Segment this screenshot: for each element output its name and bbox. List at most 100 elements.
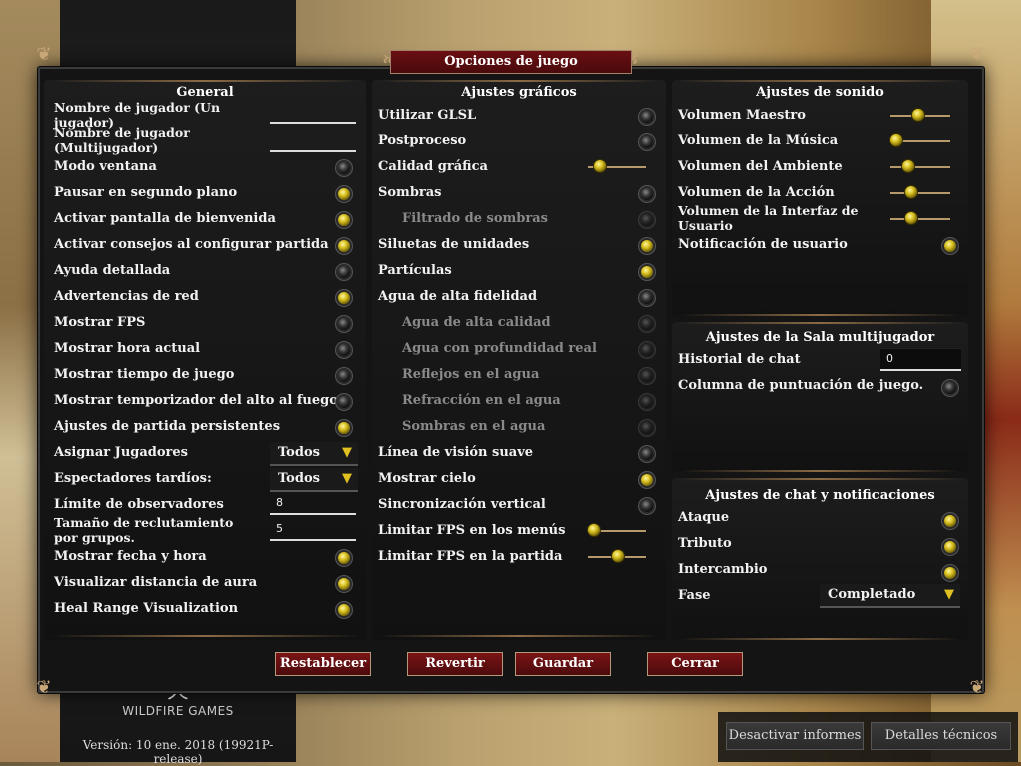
batch-size-input[interactable]: 5 — [270, 519, 356, 541]
reset-button[interactable]: Restablecer — [275, 652, 371, 676]
graphics-title: Ajustes gráficos — [461, 85, 577, 100]
ceasefire-timer-row: Mostrar temporizador del alto al fuego — [54, 393, 364, 419]
observer-limit-input[interactable]: 8 — [270, 493, 356, 515]
smooth-los-checkbox[interactable] — [641, 448, 653, 460]
fps-menus-slider[interactable] — [588, 524, 646, 536]
setup-tips-checkbox[interactable] — [338, 240, 350, 252]
particles-row: Partículas — [378, 263, 663, 289]
fps-game-slider[interactable] — [588, 550, 646, 562]
player-name-single-input[interactable] — [270, 102, 356, 124]
assign-players-dropdown[interactable]: Todos ▼ — [270, 442, 358, 466]
water-hq-label: Agua de alta fidelidad — [378, 289, 538, 304]
player-name-multi-label: Nombre de jugador (Multijugador) — [54, 125, 190, 155]
windowed-label: Modo ventana — [54, 159, 157, 174]
disable-reports-button[interactable]: Desactivar informes — [726, 722, 864, 750]
show-game-time-label: Mostrar tiempo de juego — [54, 367, 235, 382]
slider-knob[interactable] — [588, 524, 600, 536]
trade-checkbox[interactable] — [944, 567, 956, 579]
score-column-checkbox[interactable] — [944, 382, 956, 394]
slider-knob[interactable] — [905, 186, 917, 198]
windowed-checkbox[interactable] — [338, 162, 350, 174]
divider — [378, 635, 660, 637]
master-volume-slider[interactable] — [890, 109, 950, 121]
revert-button[interactable]: Revertir — [407, 652, 503, 676]
postproc-checkbox[interactable] — [641, 136, 653, 148]
tech-details-button[interactable]: Detalles técnicos — [871, 722, 1011, 750]
ambient-volume-slider[interactable] — [890, 160, 950, 172]
divider — [678, 314, 962, 316]
divider — [378, 80, 660, 82]
ceasefire-timer-checkbox[interactable] — [338, 396, 350, 408]
water-shadows-checkbox[interactable] — [641, 422, 653, 434]
quality-label: Calidad gráfica — [378, 159, 488, 174]
pause-background-checkbox[interactable] — [338, 188, 350, 200]
attack-checkbox[interactable] — [944, 515, 956, 527]
master-volume-row: Volumen Maestro — [678, 108, 963, 134]
divider — [678, 470, 962, 472]
slider-knob[interactable] — [902, 160, 914, 172]
phase-dropdown[interactable]: Completado ▼ — [820, 584, 960, 608]
user-notification-checkbox[interactable] — [944, 240, 956, 252]
player-name-multi-input[interactable] — [270, 130, 356, 152]
music-volume-row: Volumen de la Música — [678, 133, 963, 159]
show-clock-checkbox[interactable] — [338, 344, 350, 356]
fps-menus-label: Limitar FPS en los menús — [378, 523, 566, 538]
particles-checkbox[interactable] — [641, 266, 653, 278]
show-datetime-checkbox[interactable] — [338, 552, 350, 564]
action-volume-slider[interactable] — [890, 186, 950, 198]
corner-ornament-icon: ❦ — [36, 44, 52, 65]
heal-range-checkbox[interactable] — [338, 604, 350, 616]
shadow-filter-checkbox[interactable] — [641, 214, 653, 226]
shadows-checkbox[interactable] — [641, 188, 653, 200]
shadows-row: Sombras — [378, 185, 663, 211]
water-quality-checkbox[interactable] — [641, 318, 653, 330]
ambient-volume-label: Volumen del Ambiente — [678, 159, 843, 174]
divider — [678, 322, 962, 324]
smooth-los-label: Línea de visión suave — [378, 445, 534, 460]
corner-ornament-icon: ❦ — [36, 677, 52, 698]
water-hq-row: Agua de alta fidelidad — [378, 289, 663, 315]
silhouettes-checkbox[interactable] — [641, 240, 653, 252]
welcome-screen-checkbox[interactable] — [338, 214, 350, 226]
master-volume-label: Volumen Maestro — [678, 108, 806, 123]
water-quality-label: Agua de alta calidad — [402, 315, 551, 330]
attack-label: Ataque — [678, 510, 730, 525]
slider-knob[interactable] — [612, 550, 624, 562]
show-fps-checkbox[interactable] — [338, 318, 350, 330]
music-volume-slider[interactable] — [890, 134, 950, 146]
show-sky-checkbox[interactable] — [641, 474, 653, 486]
water-depth-row: Agua con profundidad real — [378, 341, 663, 367]
late-observers-dropdown[interactable]: Todos ▼ — [270, 468, 358, 492]
persist-match-checkbox[interactable] — [338, 422, 350, 434]
close-button[interactable]: Cerrar — [647, 652, 743, 676]
postproc-row: Postproceso — [378, 133, 663, 159]
attack-row: Ataque — [678, 510, 963, 536]
slider-knob[interactable] — [912, 109, 924, 121]
chat-history-input[interactable]: 0 — [880, 348, 961, 371]
water-depth-checkbox[interactable] — [641, 344, 653, 356]
glsl-checkbox[interactable] — [641, 111, 653, 123]
slider-knob[interactable] — [594, 160, 606, 172]
setup-tips-row: Activar consejos al configurar partida — [54, 237, 364, 263]
chat-history-label: Historial de chat — [678, 352, 801, 367]
vsync-checkbox[interactable] — [641, 500, 653, 512]
detailed-help-checkbox[interactable] — [338, 266, 350, 278]
quality-slider[interactable] — [588, 160, 646, 172]
batch-size-label: Tamaño de reclutamiento por grupos. — [54, 515, 234, 545]
tribute-checkbox[interactable] — [944, 541, 956, 553]
brand-name: WILDFIRE GAMES — [122, 704, 234, 718]
water-hq-checkbox[interactable] — [641, 292, 653, 304]
net-warnings-checkbox[interactable] — [338, 292, 350, 304]
slider-knob[interactable] — [890, 134, 902, 146]
slider-knob[interactable] — [905, 212, 917, 224]
ui-volume-slider[interactable] — [890, 212, 950, 224]
save-button[interactable]: Guardar — [515, 652, 611, 676]
aura-range-checkbox[interactable] — [338, 578, 350, 590]
water-refract-checkbox[interactable] — [641, 396, 653, 408]
dialog-title: Opciones de juego — [390, 50, 632, 74]
detailed-help-row: Ayuda detallada — [54, 263, 364, 289]
water-refract-label: Refracción en el agua — [402, 393, 561, 408]
show-game-time-checkbox[interactable] — [338, 370, 350, 382]
water-reflect-checkbox[interactable] — [641, 370, 653, 382]
divider — [678, 80, 962, 82]
